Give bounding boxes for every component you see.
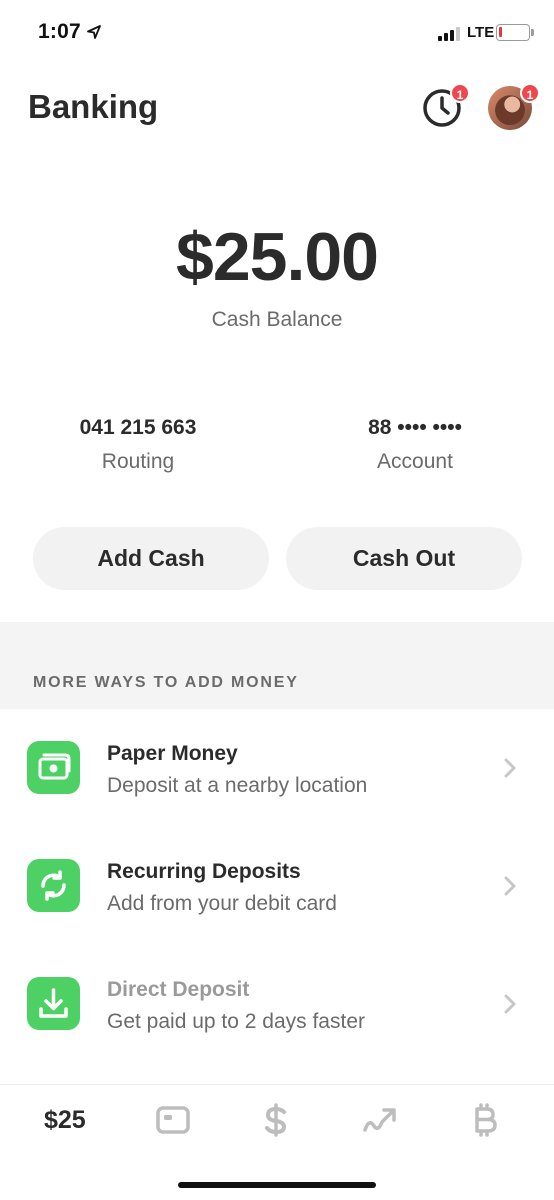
status-bar: 1:07 LTE <box>0 0 554 66</box>
list-item-title: Direct Deposit <box>107 978 250 1001</box>
add-cash-button[interactable]: Add Cash <box>33 527 269 590</box>
investing-icon[interactable] <box>360 1100 400 1140</box>
battery-icon <box>496 24 530 41</box>
list-item-title: Recurring Deposits <box>107 860 301 883</box>
section-header-background <box>0 622 554 709</box>
list-item-direct-deposit[interactable]: Direct Deposit Get paid up to 2 days fas… <box>0 956 554 1056</box>
recurring-icon <box>27 859 80 912</box>
list-item-subtitle: Get paid up to 2 days faster <box>107 1010 365 1033</box>
routing-value: 041 215 663 <box>79 416 197 439</box>
chevron-right-icon <box>504 758 516 778</box>
cash-balance-label: Cash Balance <box>211 308 343 331</box>
list-item-title: Paper Money <box>107 742 238 765</box>
status-time: 1:07 <box>38 20 81 43</box>
list-item-recurring-deposits[interactable]: Recurring Deposits Add from your debit c… <box>0 838 554 938</box>
chevron-right-icon <box>504 994 516 1014</box>
cash-out-button[interactable]: Cash Out <box>286 527 522 590</box>
home-indicator[interactable] <box>178 1182 376 1188</box>
card-icon[interactable] <box>153 1100 193 1140</box>
routing-label: Routing <box>101 450 175 473</box>
page-title: Banking <box>28 88 159 125</box>
location-arrow-icon <box>87 25 101 39</box>
cash-balance-amount: $25.00 <box>176 219 379 295</box>
list-item-paper-money[interactable]: Paper Money Deposit at a nearby location <box>0 720 554 820</box>
section-title: MORE WAYS TO ADD MONEY <box>33 674 299 691</box>
download-icon <box>27 977 80 1030</box>
battery-nub <box>531 29 534 36</box>
dollar-icon[interactable] <box>256 1100 296 1140</box>
list-item-subtitle: Add from your debit card <box>107 892 337 915</box>
tab-balance[interactable]: $25 <box>44 1106 86 1135</box>
signal-icon <box>438 27 462 41</box>
chevron-right-icon <box>504 876 516 896</box>
cash-icon <box>27 741 80 794</box>
bitcoin-icon[interactable] <box>464 1100 504 1140</box>
list-item-subtitle: Deposit at a nearby location <box>107 774 368 797</box>
account-label: Account <box>377 450 453 473</box>
account-number[interactable]: 88 •••• •••• Account <box>295 416 535 474</box>
account-value: 88 •••• •••• <box>368 416 462 439</box>
activity-badge: 1 <box>450 83 470 103</box>
network-label: LTE <box>467 24 495 41</box>
routing-number[interactable]: 041 215 663 Routing <box>18 416 258 474</box>
profile-badge: 1 <box>520 83 540 103</box>
